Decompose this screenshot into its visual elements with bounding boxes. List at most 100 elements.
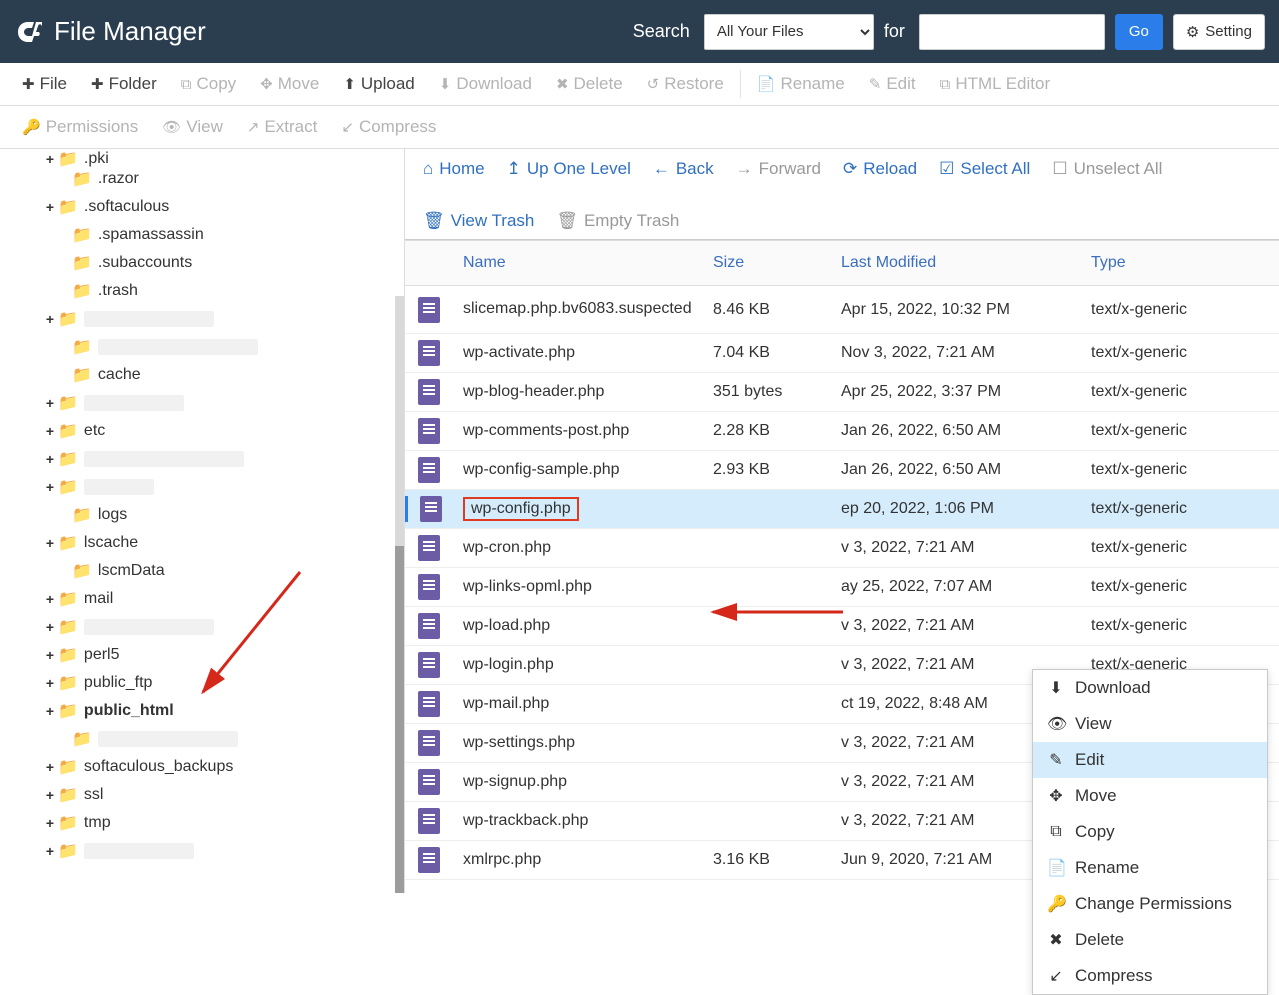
expand-toggle[interactable]: +	[44, 815, 56, 831]
context-menu-label: Edit	[1075, 750, 1104, 770]
html-editor-button[interactable]: ⧉HTML Editor	[928, 63, 1063, 105]
tree-item[interactable]: +📁tmp	[0, 809, 404, 837]
file-row[interactable]: wp-cron.phpv 3, 2022, 7:21 AMtext/x-gene…	[405, 529, 1279, 568]
context-menu-copy[interactable]: ⧉Copy	[1033, 814, 1267, 850]
edit-button[interactable]: ✎Edit	[857, 63, 928, 105]
back-button[interactable]: ←Back	[653, 159, 714, 179]
restore-button[interactable]: ↺Restore	[635, 63, 736, 105]
settings-button[interactable]: ⚙ Setting	[1173, 14, 1265, 50]
file-row[interactable]: wp-activate.php7.04 KBNov 3, 2022, 7:21 …	[405, 334, 1279, 373]
tree-item[interactable]: +📁	[0, 473, 404, 501]
go-button[interactable]: Go	[1115, 14, 1163, 50]
tree-item[interactable]: +📁softaculous_backups	[0, 753, 404, 781]
up-icon: ↥	[507, 159, 521, 179]
tree-item[interactable]: 📁.razor	[0, 165, 404, 193]
up-one-level-button[interactable]: ↥Up One Level	[507, 159, 631, 179]
copy-button[interactable]: ⧉Copy	[169, 63, 248, 105]
tree-item[interactable]: 📁logs	[0, 501, 404, 529]
view-trash-button[interactable]: 🗑View Trash	[423, 211, 534, 231]
sidebar-scrollbar-thumb[interactable]	[395, 546, 405, 893]
context-menu-edit[interactable]: ✎Edit	[1033, 742, 1267, 778]
tree-item[interactable]: +📁.pki	[0, 153, 404, 165]
context-menu-move[interactable]: ✥Move	[1033, 778, 1267, 814]
upload-button[interactable]: ⬆Upload	[331, 63, 426, 105]
search-input[interactable]	[919, 14, 1105, 50]
expand-toggle[interactable]: +	[44, 479, 56, 495]
tree-item[interactable]: +📁	[0, 389, 404, 417]
tree-item[interactable]: +📁public_html	[0, 697, 404, 725]
expand-toggle[interactable]: +	[44, 759, 56, 775]
context-menu-rename[interactable]: 📄Rename	[1033, 850, 1267, 886]
expand-toggle[interactable]: +	[44, 619, 56, 635]
tree-item[interactable]: +📁public_ftp	[0, 669, 404, 697]
tree-item[interactable]: +📁	[0, 837, 404, 865]
file-name: wp-settings.php	[453, 721, 703, 765]
tree-item[interactable]: +📁mail	[0, 585, 404, 613]
context-menu-view[interactable]: 👁View	[1033, 706, 1267, 742]
download-button[interactable]: ⬇Download	[427, 63, 544, 105]
file-row[interactable]: wp-comments-post.php2.28 KBJan 26, 2022,…	[405, 412, 1279, 451]
tree-item[interactable]: +📁lscache	[0, 529, 404, 557]
home-button[interactable]: ⌂Home	[423, 159, 485, 179]
view-button[interactable]: 👁View	[150, 106, 235, 148]
context-menu-compress[interactable]: ↙Compress	[1033, 958, 1267, 994]
file-row[interactable]: wp-config.phpep 20, 2022, 1:06 PMtext/x-…	[405, 490, 1279, 529]
tree-item[interactable]: +📁ssl	[0, 781, 404, 809]
unselect-all-button[interactable]: ☐Unselect All	[1052, 159, 1162, 179]
expand-toggle[interactable]: +	[44, 647, 56, 663]
file-size	[703, 496, 831, 522]
file-row[interactable]: wp-blog-header.php351 bytesApr 25, 2022,…	[405, 373, 1279, 412]
forward-button[interactable]: →Forward	[736, 159, 821, 179]
tree-item[interactable]: 📁.trash	[0, 277, 404, 305]
expand-toggle[interactable]: +	[44, 311, 56, 327]
rename-button[interactable]: 📄Rename	[745, 63, 857, 105]
extract-button[interactable]: ↗Extract	[235, 106, 329, 148]
col-header-last-modified[interactable]: Last Modified	[831, 241, 1081, 285]
tree-item[interactable]: 📁cache	[0, 361, 404, 389]
compress-button[interactable]: ↙Compress	[329, 106, 448, 148]
context-menu-download[interactable]: ⬇Download	[1033, 670, 1267, 706]
tree-item[interactable]: 📁	[0, 725, 404, 753]
expand-toggle[interactable]: +	[44, 151, 56, 167]
file-row[interactable]: slicemap.php.bv6083.suspected8.46 KBApr …	[405, 286, 1279, 334]
tree-item[interactable]: +📁	[0, 445, 404, 473]
sidebar-tree[interactable]: +📁.pki📁.razor+📁.softaculous📁.spamassassi…	[0, 149, 405, 893]
tree-item[interactable]: 📁.subaccounts	[0, 249, 404, 277]
expand-toggle[interactable]: +	[44, 675, 56, 691]
expand-toggle[interactable]: +	[44, 451, 56, 467]
expand-toggle[interactable]: +	[44, 535, 56, 551]
tree-item-name: softaculous_backups	[84, 758, 233, 776]
expand-toggle[interactable]: +	[44, 787, 56, 803]
reload-button[interactable]: ⟳Reload	[843, 159, 917, 179]
expand-toggle[interactable]: +	[44, 395, 56, 411]
permissions-button[interactable]: 🔑Permissions	[10, 106, 150, 148]
file-row[interactable]: wp-load.phpv 3, 2022, 7:21 AMtext/x-gene…	[405, 607, 1279, 646]
file-button[interactable]: ✚File	[10, 63, 79, 105]
folder-button[interactable]: ✚Folder	[79, 63, 169, 105]
expand-toggle[interactable]: +	[44, 703, 56, 719]
col-header-type[interactable]: Type	[1081, 241, 1279, 285]
tree-item[interactable]: +📁	[0, 305, 404, 333]
tree-item[interactable]: 📁	[0, 333, 404, 361]
expand-toggle[interactable]: +	[44, 591, 56, 607]
search-scope-select[interactable]: All Your Files	[704, 14, 874, 50]
select-all-button[interactable]: ☑Select All	[939, 159, 1030, 179]
move-button[interactable]: ✥Move	[248, 63, 331, 105]
context-menu-delete[interactable]: ✖Delete	[1033, 922, 1267, 958]
file-row[interactable]: wp-links-opml.phpay 25, 2022, 7:07 AMtex…	[405, 568, 1279, 607]
expand-toggle[interactable]: +	[44, 843, 56, 859]
tree-item[interactable]: +📁	[0, 613, 404, 641]
expand-toggle[interactable]: +	[44, 423, 56, 439]
col-header-name[interactable]: Name	[453, 241, 703, 285]
tree-item[interactable]: +📁.softaculous	[0, 193, 404, 221]
expand-toggle[interactable]: +	[44, 199, 56, 215]
empty-trash-button[interactable]: 🗑Empty Trash	[556, 211, 679, 231]
delete-button[interactable]: ✖Delete	[544, 63, 635, 105]
tree-item[interactable]: +📁perl5	[0, 641, 404, 669]
col-header-size[interactable]: Size	[703, 241, 831, 285]
tree-item[interactable]: +📁etc	[0, 417, 404, 445]
plus-icon: ✚	[91, 75, 104, 93]
context-menu-change-permissions[interactable]: 🔑Change Permissions	[1033, 886, 1267, 922]
tree-item[interactable]: 📁.spamassassin	[0, 221, 404, 249]
tree-item[interactable]: 📁lscmData	[0, 557, 404, 585]
